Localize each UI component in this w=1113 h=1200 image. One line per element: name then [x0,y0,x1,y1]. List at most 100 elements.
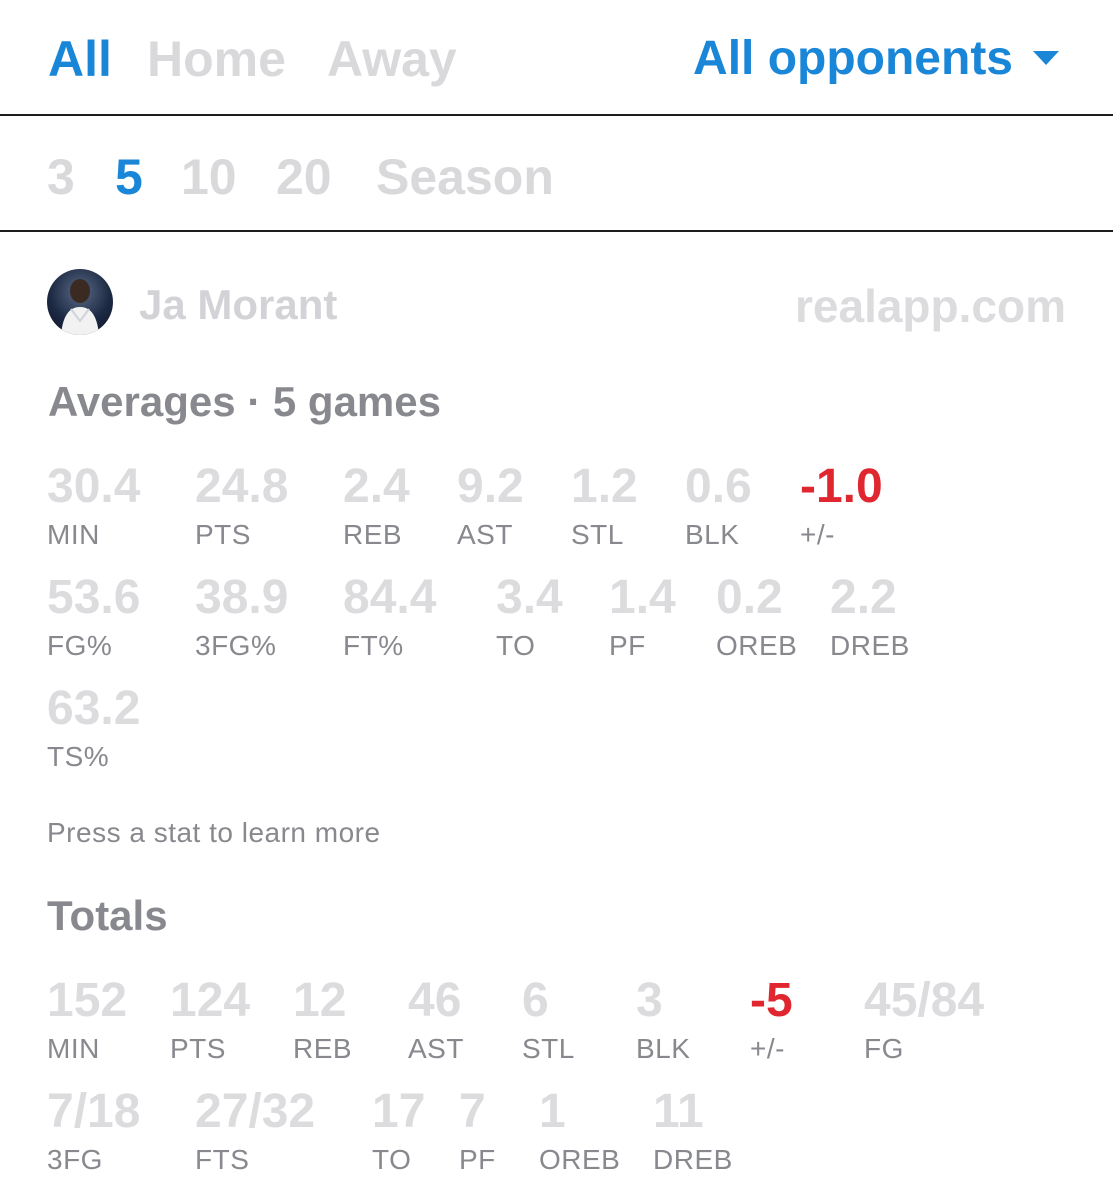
stat-avg-reb[interactable]: 2.4 REB [343,463,410,549]
stat-label: TS% [47,741,110,772]
stat-value: 7 [459,1085,486,1138]
averages-title: Averages · 5 games [48,378,441,425]
stat-tot-plus-minus[interactable]: -5 +/- [750,977,793,1063]
tab-home[interactable]: Home [147,34,286,84]
stat-value: 27/32 [195,1085,316,1138]
stat-value: 6 [522,974,549,1027]
stat-label: +/- [750,1033,785,1064]
chevron-down-icon [1033,51,1059,66]
stat-label: FT% [343,630,404,661]
opponent-dropdown-label: All opponents [693,32,1013,85]
stat-tot-blk[interactable]: 3 BLK [636,977,690,1063]
stat-value: -5 [750,974,793,1027]
range-tab-5[interactable]: 5 [115,152,143,202]
stat-avg-plus-minus[interactable]: -1.0 +/- [800,463,883,549]
stat-label: MIN [47,1033,100,1064]
stat-tot-to[interactable]: 17 TO [372,1088,425,1174]
stat-tot-pf[interactable]: 7 PF [459,1088,496,1174]
stat-avg-min[interactable]: 30.4 MIN [47,463,140,549]
range-tab-20[interactable]: 20 [276,152,332,202]
watermark: realapp.com [795,280,1066,332]
range-tab-season[interactable]: Season [376,152,554,202]
stat-value: 2.4 [343,460,410,513]
tab-all[interactable]: All [48,34,112,84]
range-tab-10[interactable]: 10 [181,152,237,202]
stat-label: AST [408,1033,464,1064]
stat-tot-fg[interactable]: 45/84 FG [864,977,984,1063]
divider-top [0,114,1113,116]
stat-value: 3.4 [496,571,563,624]
stat-avg-ft-pct[interactable]: 84.4 FT% [343,574,436,660]
stat-avg-ast[interactable]: 9.2 AST [457,463,524,549]
stat-label: PTS [170,1033,226,1064]
stat-tot-fts[interactable]: 27/32 FTS [195,1088,315,1174]
stat-label: 3FG% [195,630,277,661]
stat-tot-dreb[interactable]: 11 DREB [653,1088,733,1174]
stat-label: PF [459,1144,496,1175]
stat-label: STL [522,1033,575,1064]
stat-value: 9.2 [457,460,524,513]
stat-tot-ast[interactable]: 46 AST [408,977,464,1063]
stat-value: 1.4 [609,571,676,624]
stat-value: -1.0 [800,460,883,513]
stat-label: FTS [195,1144,250,1175]
stat-label: BLK [636,1033,691,1064]
stat-value: 63.2 [47,682,141,735]
stat-value: 17 [372,1085,426,1138]
stat-value: 124 [170,974,251,1027]
stat-label: PF [609,630,646,661]
stat-avg-3fg-pct[interactable]: 38.9 3FG% [195,574,288,660]
stat-avg-pf[interactable]: 1.4 PF [609,574,676,660]
stat-value: 84.4 [343,571,437,624]
stat-value: 46 [408,974,462,1027]
stat-avg-to[interactable]: 3.4 TO [496,574,563,660]
stat-value: 11 [653,1085,704,1138]
stat-value: 3 [636,974,663,1027]
stat-value: 0.2 [716,571,783,624]
stat-label: FG% [47,630,113,661]
stat-tot-stl[interactable]: 6 STL [522,977,575,1063]
stat-value: 2.2 [830,571,897,624]
stat-avg-stl[interactable]: 1.2 STL [571,463,638,549]
stat-hint: Press a stat to learn more [47,817,381,848]
stat-label: STL [571,519,624,550]
divider-range [0,230,1113,232]
stat-tot-oreb[interactable]: 1 OREB [539,1088,620,1174]
stat-value: 1 [539,1085,566,1138]
stat-label: FG [864,1033,904,1064]
stat-avg-ts-pct[interactable]: 63.2 TS% [47,685,140,771]
stat-label: OREB [716,630,798,661]
stat-value: 24.8 [195,460,289,513]
tab-away[interactable]: Away [327,34,457,84]
stat-avg-fg-pct[interactable]: 53.6 FG% [47,574,140,660]
stat-tot-min[interactable]: 152 MIN [47,977,127,1063]
stat-avg-blk[interactable]: 0.6 BLK [685,463,752,549]
stat-label: DREB [653,1144,733,1175]
opponent-dropdown[interactable]: All opponents [693,35,1059,83]
stat-avg-oreb[interactable]: 0.2 OREB [716,574,797,660]
stat-value: 53.6 [47,571,141,624]
stat-label: +/- [800,519,835,550]
stat-value: 12 [293,974,347,1027]
stat-label: DREB [830,630,910,661]
stat-label: TO [496,630,536,661]
stat-label: 3FG [47,1144,103,1175]
stat-avg-pts[interactable]: 24.8 PTS [195,463,288,549]
avatar [47,269,113,335]
stat-label: MIN [47,519,100,550]
range-tab-3[interactable]: 3 [47,152,75,202]
player-name: Ja Morant [139,281,338,328]
stat-tot-reb[interactable]: 12 REB [293,977,352,1063]
stat-label: PTS [195,519,251,550]
stat-value: 45/84 [864,974,985,1027]
totals-title: Totals [47,892,168,939]
stat-label: BLK [685,519,740,550]
stat-label: OREB [539,1144,621,1175]
stat-avg-dreb[interactable]: 2.2 DREB [830,574,910,660]
stat-tot-pts[interactable]: 124 PTS [170,977,250,1063]
stat-label: REB [293,1033,353,1064]
stat-value: 152 [47,974,128,1027]
stat-label: AST [457,519,513,550]
stat-value: 0.6 [685,460,752,513]
stat-tot-3fg[interactable]: 7/18 3FG [47,1088,140,1174]
